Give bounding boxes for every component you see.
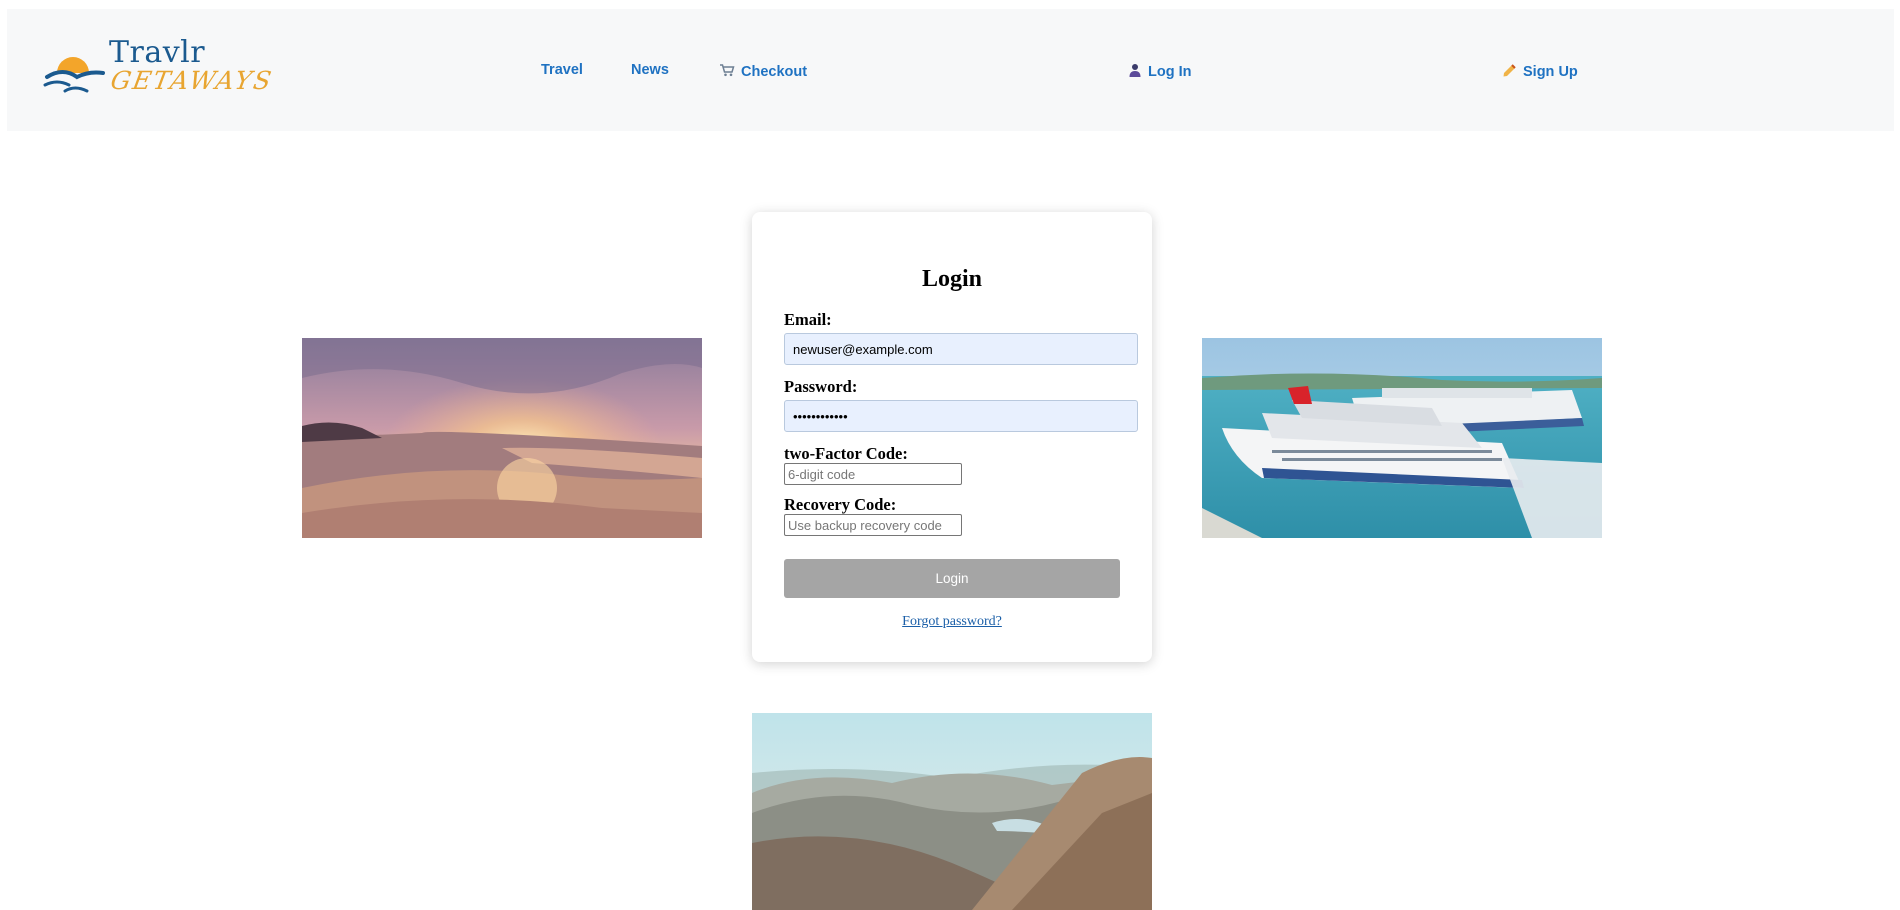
beach-sunset-photo <box>302 338 702 538</box>
nav-link-news[interactable]: News <box>631 62 669 78</box>
recovery-code-input[interactable] <box>784 514 962 536</box>
password-label: Password: <box>784 377 858 396</box>
navbar: Travlr GETAWAYS Travel News Checkout Log… <box>7 9 1894 131</box>
writing-hand-icon <box>1502 63 1517 80</box>
nav-link-login-label: Log In <box>1148 63 1192 80</box>
email-label: Email: <box>784 310 832 329</box>
two-factor-label: two-Factor Code: <box>784 444 908 463</box>
sun-waves-logo-icon <box>43 57 105 93</box>
logo-text-getaways: GETAWAYS <box>108 66 276 95</box>
recovery-code-label: Recovery Code: <box>784 495 897 514</box>
nav-link-travel-label: Travel <box>541 62 583 78</box>
shopping-cart-icon <box>719 63 735 80</box>
nav-link-news-label: News <box>631 62 669 78</box>
cruise-ships-harbor-photo <box>1202 338 1602 538</box>
nav-link-travel[interactable]: Travel <box>541 62 583 78</box>
login-title: Login <box>921 266 983 292</box>
password-field[interactable] <box>784 400 1138 432</box>
user-icon <box>1128 63 1142 80</box>
logo-text-travlr: Travlr <box>109 35 206 70</box>
nav-link-signup[interactable]: Sign Up <box>1502 63 1578 80</box>
forgot-password-link[interactable]: Forgot password? <box>752 614 1152 630</box>
nav-link-login[interactable]: Log In <box>1128 63 1192 80</box>
travlr-logo[interactable]: Travlr GETAWAYS <box>37 33 275 105</box>
nav-link-checkout-label: Checkout <box>741 63 808 80</box>
email-field[interactable] <box>784 333 1138 365</box>
two-factor-code-input[interactable] <box>784 463 962 485</box>
nav-link-signup-label: Sign Up <box>1523 63 1578 80</box>
mountain-landscape-photo <box>752 713 1152 910</box>
login-button[interactable]: Login <box>784 559 1120 598</box>
nav-link-checkout[interactable]: Checkout <box>719 63 807 80</box>
login-card: Login Email: Password: two-Factor Code: … <box>752 212 1152 662</box>
